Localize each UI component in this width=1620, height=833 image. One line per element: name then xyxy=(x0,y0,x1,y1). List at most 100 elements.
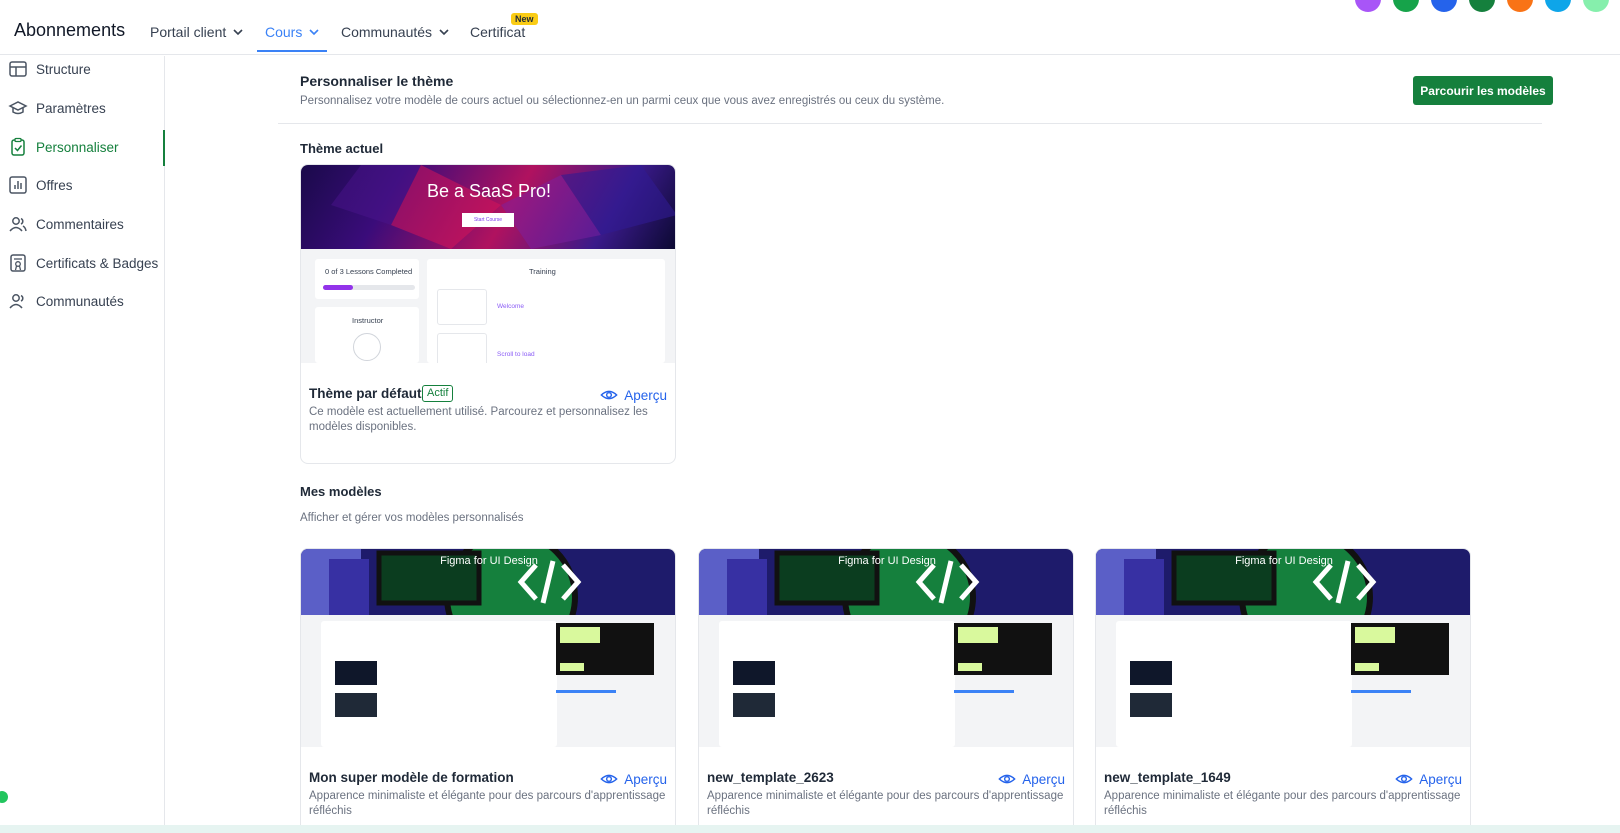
thumb-hero-title: Figma for UI Design xyxy=(440,555,538,567)
eye-icon xyxy=(600,390,618,400)
avatar[interactable] xyxy=(1431,0,1457,12)
top-navigation: Abonnements Portail client Cours Communa… xyxy=(0,0,1620,55)
chevron-down-icon xyxy=(439,29,449,36)
nav-label: Cours xyxy=(265,24,303,40)
thumb-image xyxy=(1130,693,1172,717)
current-theme-heading: Thème actuel xyxy=(300,141,384,156)
nav-communautes[interactable]: Communautés xyxy=(341,24,450,40)
template-thumbnail: Figma for UI Design xyxy=(699,549,1073,747)
users-icon xyxy=(9,217,27,232)
thumb-progress-panel: 0 of 3 Lessons Completed xyxy=(315,259,419,299)
sidebar-item-communautes[interactable]: Communautés xyxy=(8,290,124,312)
preview-label: Aperçu xyxy=(1419,771,1462,787)
preview-link[interactable]: Aperçu xyxy=(1395,770,1462,788)
thumb-body xyxy=(1096,615,1470,747)
divider xyxy=(278,123,1542,124)
sidebar: Structure Paramètres Personnaliser Offre… xyxy=(0,56,165,833)
nav-label: Communautés xyxy=(341,24,433,40)
thumb-progress-fill xyxy=(1351,690,1411,693)
thumb-hero: Figma for UI Design xyxy=(699,549,1073,615)
thumb-image xyxy=(733,693,775,717)
card-title: Mon super modèle de formation xyxy=(309,770,514,785)
sidebar-item-label: Personnaliser xyxy=(36,139,119,155)
thumb-body xyxy=(301,615,675,747)
thumb-image xyxy=(335,693,377,717)
thumb-lesson-2: Scroll to load xyxy=(497,351,535,358)
card-title: new_template_1649 xyxy=(1104,770,1231,785)
people-icon xyxy=(9,294,24,309)
theme-thumbnail: Be a SaaS Pro! Start Course 0 of 3 Lesso… xyxy=(301,165,675,363)
thumb-progress-fill xyxy=(556,690,616,693)
my-templates-heading: Mes modèles xyxy=(300,484,382,499)
preview-link[interactable]: Aperçu xyxy=(600,770,667,788)
new-badge: New xyxy=(511,13,538,25)
nav-portail-client[interactable]: Portail client xyxy=(150,24,244,40)
preview-link[interactable]: Aperçu xyxy=(600,386,667,404)
sidebar-item-label: Commentaires xyxy=(36,216,124,232)
current-theme-card[interactable]: Be a SaaS Pro! Start Course 0 of 3 Lesso… xyxy=(300,164,676,464)
chevron-down-icon xyxy=(233,29,243,36)
bottom-strip xyxy=(0,825,1620,833)
thumb-progress-track xyxy=(323,285,415,290)
preview-link[interactable]: Aperçu xyxy=(998,770,1065,788)
my-templates-subtitle: Afficher et gérer vos modèles personnali… xyxy=(300,512,524,524)
person-icon xyxy=(353,333,381,361)
sidebar-item-label: Offres xyxy=(36,177,73,193)
graduation-cap-icon xyxy=(8,101,28,115)
thumb-hero-title: Figma for UI Design xyxy=(838,555,936,567)
card-description: Apparence minimaliste et élégante pour d… xyxy=(309,790,666,817)
thumb-hero: Figma for UI Design xyxy=(1096,549,1470,615)
bar-chart-icon xyxy=(9,176,27,194)
card-description: Apparence minimaliste et élégante pour d… xyxy=(707,790,1064,817)
thumb-progress-fill xyxy=(323,285,354,290)
eye-icon xyxy=(998,774,1016,784)
nav-label: Certificat xyxy=(470,24,526,40)
card-title: new_template_2623 xyxy=(707,770,834,785)
thumb-start-button: Start Course xyxy=(462,213,514,227)
eye-icon xyxy=(600,774,618,784)
clipboard-check-icon xyxy=(11,137,25,156)
thumb-banner xyxy=(1351,623,1449,675)
card-title: Thème par défaut xyxy=(309,386,422,401)
integration-avatars xyxy=(1355,0,1609,12)
image-placeholder-icon xyxy=(437,333,487,363)
chevron-down-icon xyxy=(309,29,319,36)
avatar[interactable] xyxy=(1583,0,1609,12)
thumb-training: Training xyxy=(529,267,556,276)
template-card[interactable]: Figma for UI Design new_template_1649 Ap… xyxy=(1095,548,1471,833)
main-content: Personnaliser le thème Personnalisez vot… xyxy=(165,56,1620,833)
sidebar-item-personnaliser[interactable]: Personnaliser xyxy=(8,136,119,158)
avatar[interactable] xyxy=(1393,0,1419,12)
avatar[interactable] xyxy=(1507,0,1533,12)
browse-templates-button[interactable]: Parcourir les modèles xyxy=(1413,76,1553,105)
template-thumbnail: Figma for UI Design xyxy=(301,549,675,747)
sidebar-item-certificats-badges[interactable]: Certificats & Badges xyxy=(8,252,158,274)
nav-cours[interactable]: Cours xyxy=(265,24,320,40)
sidebar-item-label: Paramètres xyxy=(36,100,106,116)
thumb-image xyxy=(335,661,377,685)
table-icon xyxy=(9,61,27,77)
avatar[interactable] xyxy=(1545,0,1571,12)
sidebar-item-commentaires[interactable]: Commentaires xyxy=(8,213,124,235)
sidebar-item-parametres[interactable]: Paramètres xyxy=(8,97,106,119)
template-card[interactable]: Figma for UI Design Mon super modèle de … xyxy=(300,548,676,833)
card-description: Ce modèle est actuellement utilisé. Parc… xyxy=(309,406,648,433)
thumb-banner xyxy=(556,623,654,675)
avatar[interactable] xyxy=(1355,0,1381,12)
avatar[interactable] xyxy=(1469,0,1495,12)
thumb-hero-title: Figma for UI Design xyxy=(1235,555,1333,567)
sidebar-item-structure[interactable]: Structure xyxy=(8,58,91,80)
preview-label: Aperçu xyxy=(624,387,667,403)
sidebar-item-offres[interactable]: Offres xyxy=(8,174,73,196)
thumb-training-panel: Training Welcome Scroll to load xyxy=(427,259,665,363)
thumb-hero-title: Be a SaaS Pro! xyxy=(426,181,552,201)
thumb-banner xyxy=(954,623,1052,675)
thumb-body: 0 of 3 Lessons Completed Instructor Trai… xyxy=(301,249,675,363)
nav-label: Portail client xyxy=(150,24,227,40)
template-card[interactable]: Figma for UI Design new_template_2623 Ap… xyxy=(698,548,1074,833)
nav-certificat[interactable]: Certificat xyxy=(470,24,525,40)
certificate-icon xyxy=(10,254,26,272)
image-placeholder-icon xyxy=(437,289,487,325)
page-subtitle: Personnalisez votre modèle de cours actu… xyxy=(300,95,945,107)
hero-pattern xyxy=(331,165,675,249)
